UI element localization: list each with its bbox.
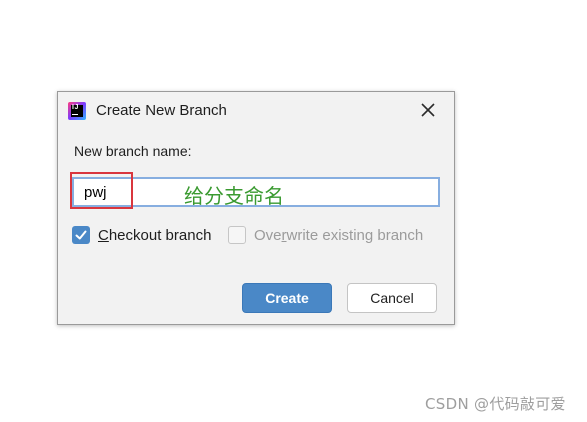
branch-name-label: New branch name: (74, 143, 192, 159)
checkbox-checked-icon[interactable] (72, 226, 90, 244)
app-icon-glyph: IJ (72, 104, 79, 111)
create-button[interactable]: Create (242, 283, 332, 313)
overwrite-label-prefix: Ove (254, 226, 282, 244)
checkout-branch-label: Checkout branch (98, 227, 211, 244)
dialog-title: Create New Branch (96, 102, 227, 119)
annotation-text: 给分支命名 (184, 184, 284, 208)
checkout-branch-checkbox[interactable]: Checkout branch (72, 225, 211, 245)
close-icon[interactable] (419, 101, 437, 119)
cancel-button[interactable]: Cancel (347, 283, 437, 313)
overwrite-branch-checkbox[interactable]: Overwrite existing branch (228, 225, 423, 245)
overwrite-label-rest: write existing branch (286, 226, 424, 244)
page: IJ Create New Branch New branch name: 给分… (0, 0, 587, 422)
checkout-label-rest: heckout branch (108, 226, 212, 244)
checkbox-unchecked-icon[interactable] (228, 226, 246, 244)
app-icon-inner: IJ (71, 104, 83, 117)
overwrite-branch-label: Overwrite existing branch (254, 227, 423, 244)
checkout-mnemonic: C (98, 226, 109, 244)
app-icon-bar (72, 114, 78, 115)
create-branch-dialog: IJ Create New Branch New branch name: 给分… (57, 91, 455, 325)
intellij-idea-icon: IJ (68, 102, 86, 120)
watermark-text: CSDN @代码敲可爱 (425, 395, 566, 413)
dialog-titlebar: IJ Create New Branch (58, 92, 454, 130)
